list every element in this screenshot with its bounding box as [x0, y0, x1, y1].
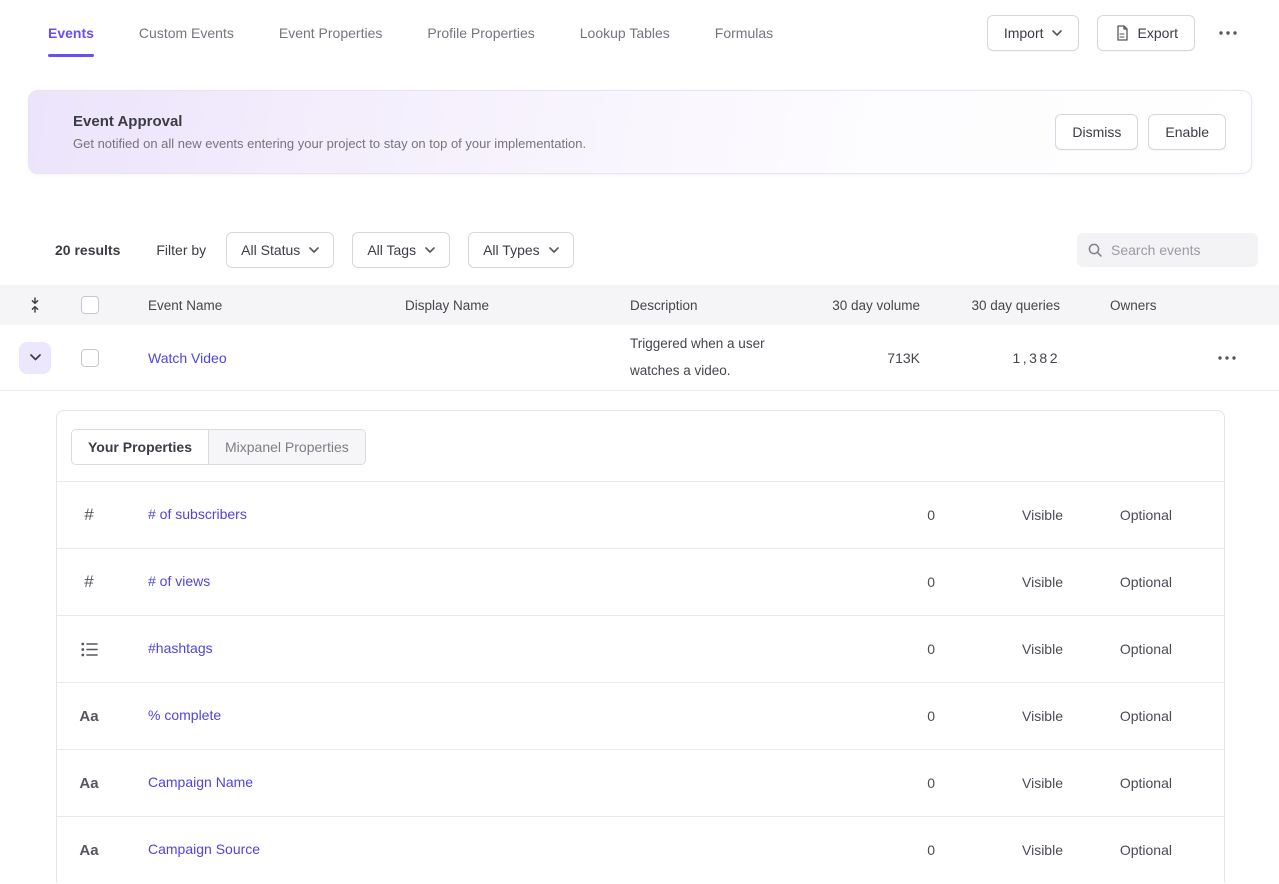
types-filter-dropdown[interactable]: All Types: [468, 232, 574, 268]
import-button-label: Import: [1004, 25, 1044, 41]
tab-events[interactable]: Events: [48, 0, 94, 66]
export-button[interactable]: Export: [1097, 15, 1195, 51]
ellipsis-icon: [1218, 356, 1236, 360]
property-value: 0: [927, 842, 935, 858]
property-name-link[interactable]: Campaign Name: [148, 774, 253, 790]
property-visibility: Visible: [1022, 574, 1063, 590]
property-name-link[interactable]: # of views: [148, 573, 210, 589]
banner-text: Event Approval Get notified on all new e…: [73, 113, 586, 151]
banner-description: Get notified on all new events entering …: [73, 136, 586, 151]
row-checkbox[interactable]: [81, 349, 99, 367]
chevron-down-icon: [30, 354, 41, 361]
property-visibility: Visible: [1022, 708, 1063, 724]
tab-mixpanel-properties[interactable]: Mixpanel Properties: [209, 430, 365, 464]
property-row: # # of subscribers 0 Visible Optional: [57, 481, 1224, 548]
description-cell: Triggered when a user watches a video.: [630, 331, 795, 384]
property-visibility: Visible: [1022, 842, 1063, 858]
header-owners: Owners: [1060, 298, 1190, 313]
chevron-down-icon: [309, 247, 319, 253]
property-row: # # of views 0 Visible Optional: [57, 548, 1224, 615]
banner-actions: Dismiss Enable: [1055, 114, 1226, 150]
text-type-icon: Aa: [79, 708, 98, 725]
header-event-name: Event Name: [148, 298, 405, 313]
select-all-checkbox[interactable]: [81, 296, 99, 314]
import-button[interactable]: Import: [987, 15, 1079, 51]
events-table-header: Event Name Display Name Description 30 d…: [0, 285, 1279, 325]
nav-actions: Import Export: [987, 15, 1243, 51]
chevron-down-icon: [549, 247, 559, 253]
search-events-box: [1077, 233, 1258, 267]
property-requirement: Optional: [1120, 641, 1172, 657]
property-value: 0: [927, 708, 935, 724]
number-type-icon: #: [84, 572, 93, 592]
ellipsis-icon: [1219, 31, 1237, 35]
top-navigation: Events Custom Events Event Properties Pr…: [0, 0, 1279, 66]
event-name-link[interactable]: Watch Video: [148, 350, 405, 366]
event-approval-banner: Event Approval Get notified on all new e…: [28, 90, 1252, 174]
tags-filter-dropdown[interactable]: All Tags: [352, 232, 450, 268]
more-options-button[interactable]: [1213, 25, 1243, 41]
property-name-link[interactable]: # of subscribers: [148, 506, 247, 522]
tags-filter-label: All Tags: [367, 242, 416, 258]
event-properties-panel: Your Properties Mixpanel Properties # # …: [56, 410, 1225, 883]
property-requirement: Optional: [1120, 574, 1172, 590]
property-row: Aa Campaign Source 0 Visible Optional: [57, 816, 1224, 883]
text-type-icon: Aa: [79, 775, 98, 792]
properties-tabbar: Your Properties Mixpanel Properties: [57, 411, 1224, 481]
property-value: 0: [927, 574, 935, 590]
property-requirement: Optional: [1120, 507, 1172, 523]
property-row: Aa % complete 0 Visible Optional: [57, 682, 1224, 749]
collapse-rows-icon: [28, 297, 42, 313]
event-table-row: Watch Video Triggered when a user watche…: [0, 325, 1279, 391]
property-visibility: Visible: [1022, 641, 1063, 657]
status-filter-label: All Status: [241, 242, 300, 258]
types-filter-label: All Types: [483, 242, 540, 258]
header-display-name: Display Name: [405, 298, 630, 313]
property-name-link[interactable]: #hashtags: [148, 640, 213, 656]
property-requirement: Optional: [1120, 775, 1172, 791]
status-filter-dropdown[interactable]: All Status: [226, 232, 334, 268]
tab-lookup-tables[interactable]: Lookup Tables: [580, 0, 670, 66]
list-type-icon: [81, 642, 98, 657]
collapse-all-button[interactable]: [22, 291, 48, 319]
search-events-input[interactable]: [1111, 242, 1248, 258]
chevron-down-icon: [425, 247, 435, 253]
search-icon: [1087, 242, 1103, 258]
property-requirement: Optional: [1120, 708, 1172, 724]
header-description: Description: [630, 298, 820, 313]
property-value: 0: [927, 641, 935, 657]
property-row: Aa Campaign Name 0 Visible Optional: [57, 749, 1224, 816]
tab-formulas[interactable]: Formulas: [715, 0, 773, 66]
queries-cell: 1,382: [1012, 350, 1060, 366]
filter-by-label: Filter by: [156, 242, 206, 258]
filter-bar: 20 results Filter by All Status All Tags…: [55, 232, 1258, 268]
tab-event-properties[interactable]: Event Properties: [279, 0, 383, 66]
nav-tabs: Events Custom Events Event Properties Pr…: [48, 0, 773, 66]
export-button-label: Export: [1138, 25, 1178, 41]
tab-profile-properties[interactable]: Profile Properties: [427, 0, 534, 66]
banner-title: Event Approval: [73, 113, 586, 130]
results-count: 20 results: [55, 242, 120, 258]
text-type-icon: Aa: [79, 842, 98, 859]
volume-cell: 713K: [887, 350, 920, 366]
chevron-down-icon: [1052, 30, 1062, 36]
export-csv-icon: [1114, 25, 1130, 41]
header-30-day-queries: 30 day queries: [971, 298, 1060, 313]
header-30-day-volume: 30 day volume: [832, 298, 920, 313]
property-value: 0: [927, 507, 935, 523]
property-visibility: Visible: [1022, 507, 1063, 523]
row-more-options-button[interactable]: [1190, 350, 1242, 366]
property-row: #hashtags 0 Visible Optional: [57, 615, 1224, 682]
number-type-icon: #: [84, 505, 93, 525]
property-requirement: Optional: [1120, 842, 1172, 858]
tab-your-properties[interactable]: Your Properties: [72, 430, 209, 464]
property-name-link[interactable]: Campaign Source: [148, 841, 260, 857]
tab-custom-events[interactable]: Custom Events: [139, 0, 234, 66]
enable-button[interactable]: Enable: [1148, 114, 1226, 150]
collapse-row-button[interactable]: [19, 342, 51, 374]
property-value: 0: [927, 775, 935, 791]
dismiss-button[interactable]: Dismiss: [1055, 114, 1138, 150]
property-name-link[interactable]: % complete: [148, 707, 221, 723]
property-visibility: Visible: [1022, 775, 1063, 791]
